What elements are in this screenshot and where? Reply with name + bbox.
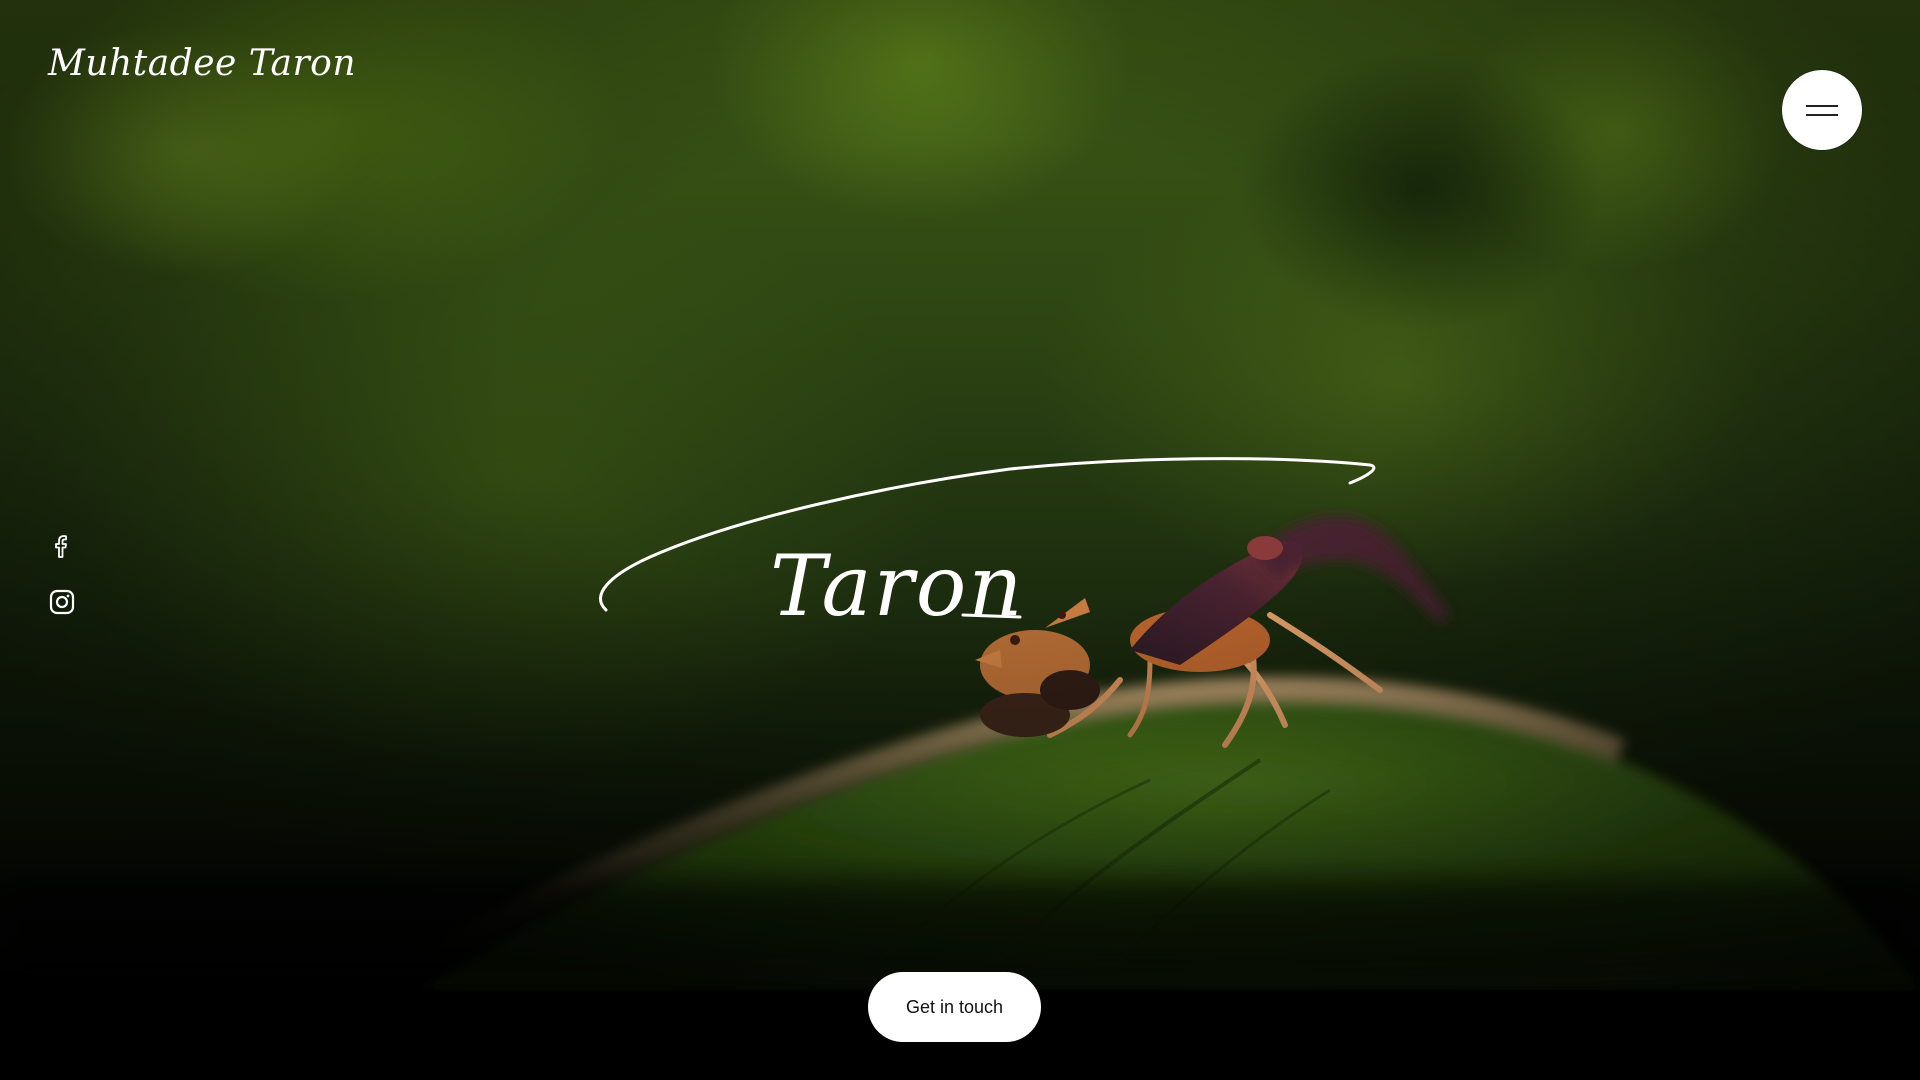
instagram-link[interactable] [48,588,76,616]
site-logo[interactable]: Muhtadee Taron [48,46,356,82]
social-links [48,532,76,616]
hamburger-menu-icon [1806,104,1838,116]
page: Muhtadee Taron Taron Get in touch [0,0,1920,1080]
facebook-link[interactable] [48,532,76,560]
instagram-icon [49,589,75,615]
signature-text: Taron [770,537,1024,635]
signature-graphic: Taron [599,457,1376,635]
get-in-touch-button[interactable]: Get in touch [868,972,1041,1042]
menu-button[interactable] [1782,70,1862,150]
facebook-icon [55,535,67,558]
